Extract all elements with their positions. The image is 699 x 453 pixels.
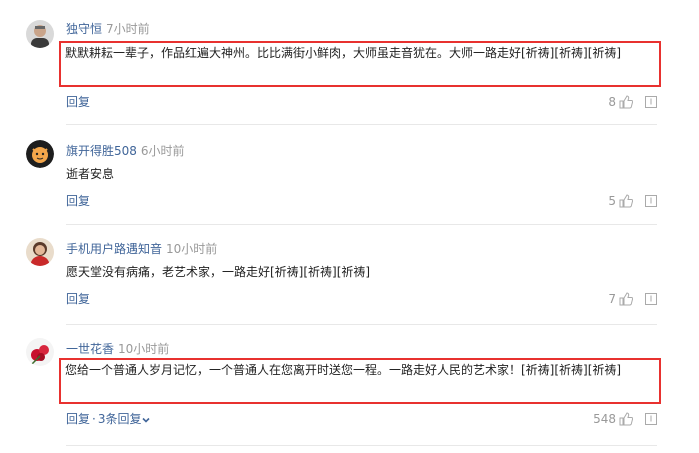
- comment-meta: 独守恒 7小时前: [66, 21, 150, 37]
- separator-dot: ·: [92, 412, 96, 426]
- like-count: 5: [608, 194, 616, 208]
- avatar-image: [26, 20, 54, 48]
- reply-button[interactable]: 回复: [66, 412, 90, 426]
- avatar[interactable]: [26, 140, 54, 168]
- comment-right-actions: 7: [608, 291, 657, 307]
- comment-meta: 旗开得胜508 6小时前: [66, 143, 185, 159]
- comment-meta: 手机用户路遇知音 10小时前: [66, 241, 217, 257]
- reply-button[interactable]: 回复: [66, 292, 90, 306]
- chevron-down-icon: [142, 417, 151, 423]
- divider: [66, 445, 657, 446]
- thumbs-up-icon[interactable]: [619, 194, 633, 208]
- thumbs-up-icon[interactable]: [619, 95, 633, 109]
- comment-item: 独守恒 7小时前 默默耕耘一辈子，作品红遍大神州。比比满街小鲜肉，大师虽走音犹在。…: [0, 0, 699, 125]
- comment-actions: 回复: [66, 193, 90, 209]
- comment-actions: 回复 · 3条回复: [66, 411, 151, 427]
- comment-item: 手机用户路遇知音 10小时前 愿天堂没有病痛，老艺术家，一路走好[祈祷][祈祷][…: [0, 225, 699, 325]
- comment-actions: 回复: [66, 94, 90, 110]
- comment-item: 一世花香 10小时前 您给一个普通人岁月记忆，一个普通人在您离开时送您一程。一路走…: [0, 325, 699, 453]
- report-icon[interactable]: [645, 293, 657, 305]
- reply-button[interactable]: 回复: [66, 194, 90, 208]
- report-icon[interactable]: [645, 195, 657, 207]
- username-link[interactable]: 一世花香: [66, 342, 114, 356]
- comment-item: 旗开得胜508 6小时前 逝者安息 回复 5: [0, 125, 699, 225]
- comment-text: 您给一个普通人岁月记忆，一个普通人在您离开时送您一程。一路走好人民的艺术家！[祈…: [59, 358, 661, 404]
- comment-text: 愿天堂没有病痛，老艺术家，一路走好[祈祷][祈祷][祈祷]: [66, 265, 371, 279]
- comment-text: 默默耕耘一辈子，作品红遍大神州。比比满街小鲜肉，大师虽走音犹在。大师一路走好[祈…: [59, 41, 661, 87]
- username-link[interactable]: 独守恒: [66, 22, 102, 36]
- replies-count-label: 3条回复: [97, 412, 142, 426]
- comment-time: 10小时前: [166, 242, 218, 256]
- report-icon[interactable]: [645, 413, 657, 425]
- thumbs-up-icon[interactable]: [619, 412, 633, 426]
- comment-time: 7小时前: [106, 22, 150, 36]
- like-count: 7: [608, 292, 616, 306]
- comment-right-actions: 548: [593, 411, 657, 427]
- comment-right-actions: 5: [608, 193, 657, 209]
- comment-meta: 一世花香 10小时前: [66, 341, 169, 357]
- avatar[interactable]: [26, 338, 54, 366]
- username-link[interactable]: 旗开得胜508: [66, 144, 137, 158]
- comment-actions: 回复: [66, 291, 90, 307]
- comment-right-actions: 8: [608, 94, 657, 110]
- comment-time: 6小时前: [140, 144, 185, 158]
- avatar[interactable]: [26, 20, 54, 48]
- thumbs-up-icon[interactable]: [619, 292, 633, 306]
- report-icon[interactable]: [645, 96, 657, 108]
- avatar[interactable]: [26, 238, 54, 266]
- like-count: 8: [608, 95, 616, 109]
- comment-time: 10小时前: [118, 342, 170, 356]
- like-count: 548: [593, 412, 616, 426]
- avatar-image: [26, 140, 54, 168]
- view-replies-link[interactable]: 3条回复: [98, 412, 152, 426]
- reply-button[interactable]: 回复: [66, 95, 90, 109]
- comment-text: 逝者安息: [66, 167, 115, 181]
- username-link[interactable]: 手机用户路遇知音: [66, 242, 162, 256]
- avatar-image: [26, 238, 54, 266]
- avatar-image: [26, 338, 54, 366]
